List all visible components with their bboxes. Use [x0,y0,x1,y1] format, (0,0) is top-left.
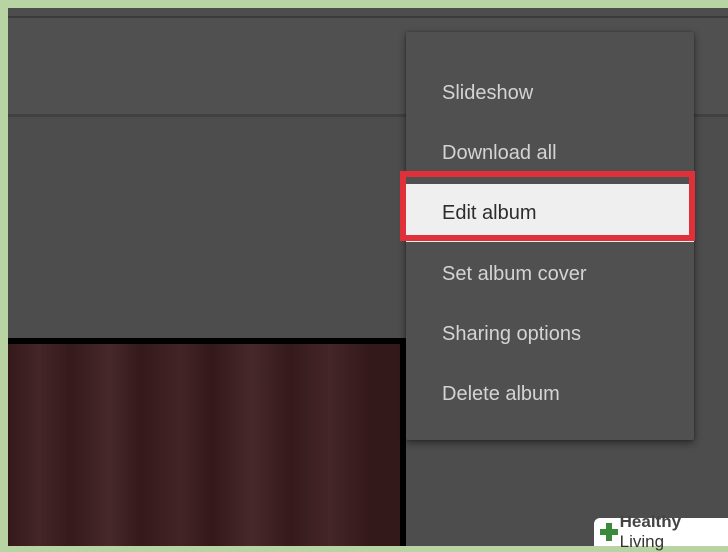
menu-item-edit-album[interactable]: Edit album [406,184,694,242]
menu-item-slideshow[interactable]: Slideshow [406,64,694,122]
watermark-bold-text: Healthy [619,512,682,531]
watermark-light-text: Living [619,532,665,551]
plus-logo-icon [600,523,618,541]
menu-item-delete-album[interactable]: Delete album [406,365,694,423]
menu-item-sharing-options[interactable]: Sharing options [406,305,694,363]
album-photo[interactable] [8,338,406,546]
menu-item-set-album-cover[interactable]: Set album cover [406,245,694,303]
watermark: Healthy Living [594,512,728,551]
app-window: Slideshow Download all Edit album Set al… [8,8,728,546]
album-options-menu: Slideshow Download all Edit album Set al… [406,32,694,440]
menu-item-download-all[interactable]: Download all [406,124,694,182]
photo-image [8,344,400,546]
